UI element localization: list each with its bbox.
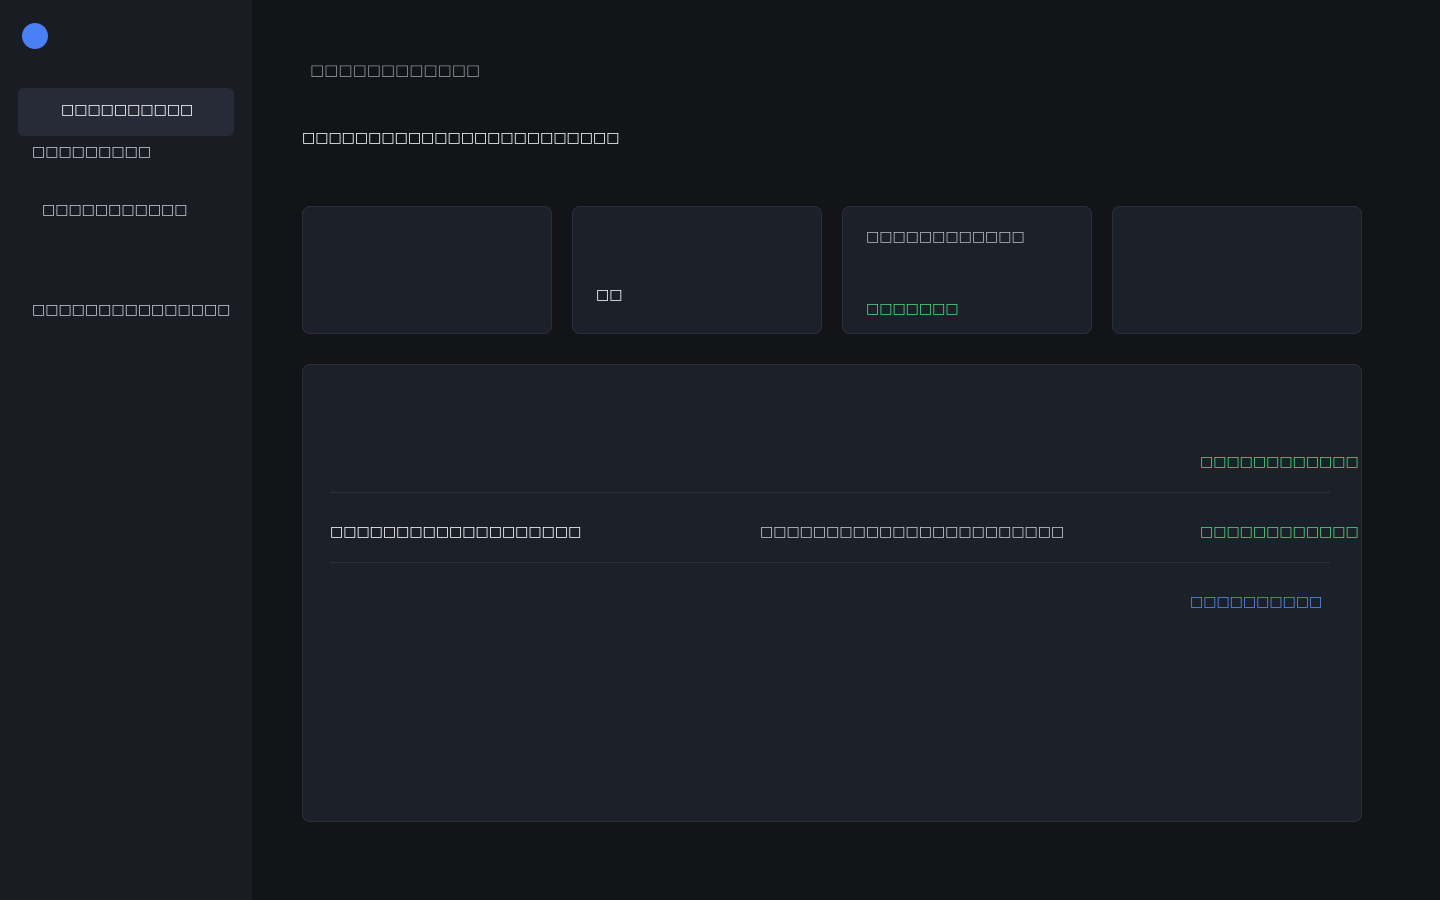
- sidebar-item-4[interactable]: □□□□□□□□□□□□□□□: [32, 300, 230, 320]
- row-divider: [330, 562, 1330, 563]
- app-window: □□□□□□□□□□ □□□□□□□□□ □□□□□□□□□□□ □□□□□□□…: [0, 0, 1440, 900]
- data-table-panel: □□□□□□□□□□□□ □□□□□□□□□□□□□□□□□□□ □□□□□□□…: [302, 364, 1362, 822]
- stat-card-2: □□: [572, 206, 822, 334]
- status-badge: □□□□□□□□□□□□: [1200, 524, 1359, 540]
- sidebar-item-2[interactable]: □□□□□□□□□: [32, 142, 151, 162]
- stat-card-value: □□: [596, 287, 623, 303]
- stat-card-label: □□□□□□□□□□□□: [866, 229, 1025, 245]
- table-row-link[interactable]: □□□□□□□□□□: [1190, 592, 1322, 612]
- stat-card-4: [1112, 206, 1362, 334]
- page-title: □□□□□□□□□□□□□□□□□□□□□□□□: [302, 130, 620, 146]
- sidebar-item-3[interactable]: □□□□□□□□□□□: [42, 200, 188, 220]
- status-badge: □□□□□□□□□□□□: [1200, 454, 1359, 470]
- app-logo[interactable]: [22, 23, 48, 49]
- sidebar-item-active[interactable]: □□□□□□□□□□: [18, 88, 234, 136]
- sidebar: □□□□□□□□□□ □□□□□□□□□ □□□□□□□□□□□ □□□□□□□…: [0, 0, 252, 900]
- sidebar-item-label: □□□□□□□□□□: [61, 102, 194, 118]
- table-cell-name: □□□□□□□□□□□□□□□□□□□: [330, 524, 582, 540]
- stat-card-delta: □□□□□□□: [866, 301, 959, 317]
- stat-card-1: [302, 206, 552, 334]
- row-divider: [330, 492, 1330, 493]
- breadcrumb[interactable]: □□□□□□□□□□□□: [310, 59, 480, 81]
- stat-card-3: □□□□□□□□□□□□ □□□□□□□: [842, 206, 1092, 334]
- table-cell-detail: □□□□□□□□□□□□□□□□□□□□□□□: [760, 524, 1065, 540]
